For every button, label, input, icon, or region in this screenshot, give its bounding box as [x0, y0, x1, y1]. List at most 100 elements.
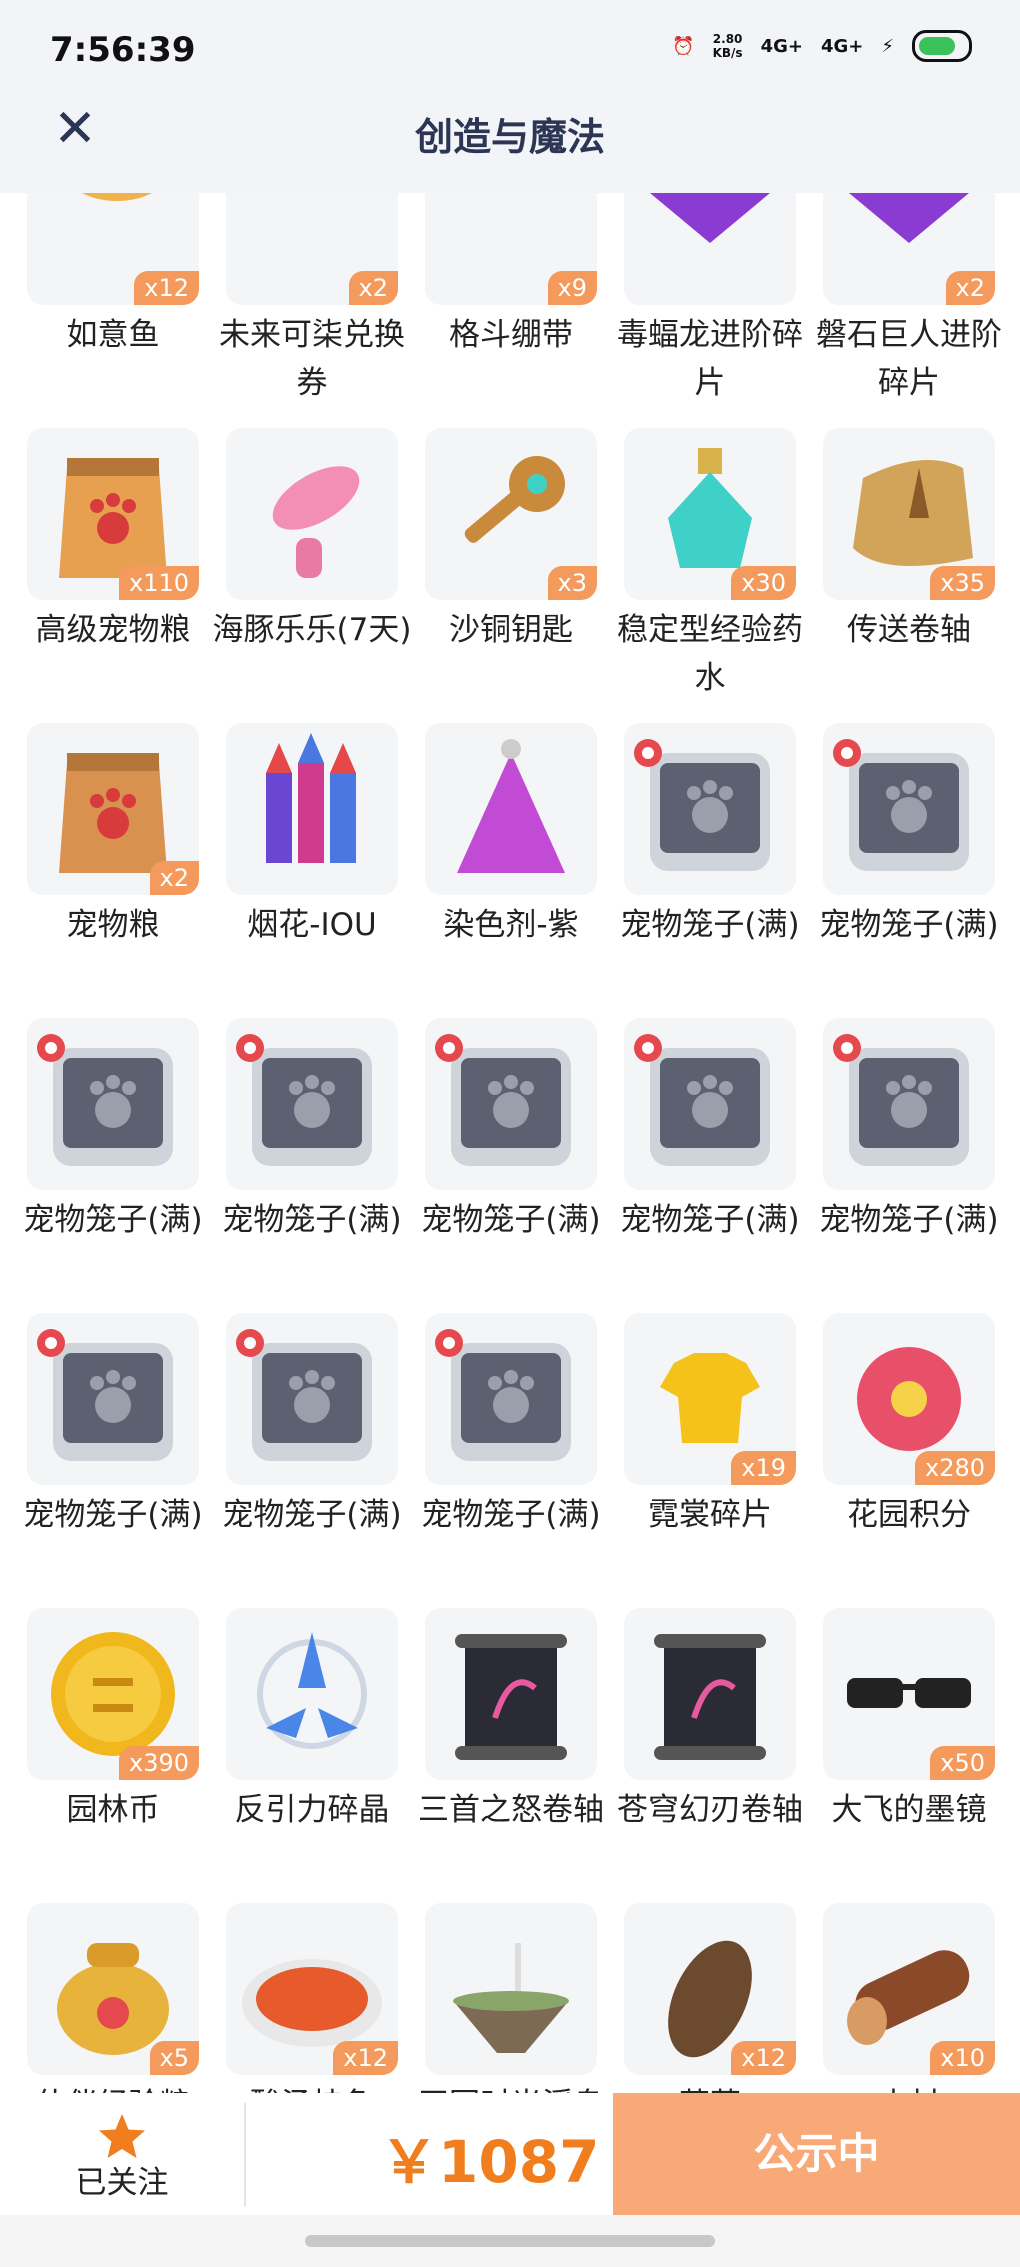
- item-thumbnail: [425, 1608, 597, 1780]
- item-grid: x12 如意鱼 x2 未来可柒兑换券 x9 格斗绷带 毒蝠龙进阶碎片 x2 磐石巨人进阶碎片 x…: [0, 193, 1020, 2093]
- home-indicator[interactable]: [305, 2235, 715, 2247]
- pet-cage-icon: [37, 1034, 173, 1166]
- item-thumbnail: [823, 723, 995, 895]
- item-thumbnail: [624, 1608, 796, 1780]
- item-name: 园林币: [66, 1792, 160, 1828]
- item-name: 未来可柒兑换券: [219, 317, 405, 401]
- item-thumbnail: x5: [27, 1903, 199, 2075]
- item-thumbnail: x390: [27, 1608, 199, 1780]
- item-thumbnail: [425, 1018, 597, 1190]
- item-thumbnail: [226, 723, 398, 895]
- item-thumbnail: x110: [27, 428, 199, 600]
- follow-button[interactable]: 已关注: [0, 2093, 244, 2215]
- item-name: 大飞的墨镜: [831, 1792, 987, 1828]
- item-name: 宠物笼子(满): [23, 1202, 203, 1238]
- pet-cage-icon: [833, 739, 969, 871]
- pet-cage-icon: [634, 1034, 770, 1166]
- item-thumbnail: x10: [823, 1903, 995, 2075]
- item-name: 磐石巨人进阶碎片: [816, 317, 1002, 401]
- dye-icon: [457, 739, 565, 873]
- item-name: 反引力碎晶: [234, 1792, 390, 1828]
- item-name: 如意鱼: [66, 317, 160, 353]
- item-thumbnail: [624, 193, 796, 305]
- network-speed: 2.80 KB/s: [712, 32, 743, 60]
- pet-cage-icon: [236, 1034, 372, 1166]
- item-thumbnail: [27, 1313, 199, 1485]
- item-thumbnail: [425, 723, 597, 895]
- island-icon: [453, 1943, 569, 2053]
- count-badge: x30: [731, 566, 796, 600]
- dark-scroll-icon: [455, 1634, 567, 1760]
- count-badge: x3: [547, 566, 597, 600]
- status-button[interactable]: 公示中: [613, 2093, 1020, 2215]
- count-badge: x9: [547, 271, 597, 305]
- count-badge: x2: [149, 861, 199, 895]
- item-thumbnail: x2: [226, 193, 398, 305]
- item-name: 格斗绷带: [449, 317, 573, 353]
- count-badge: x2: [945, 271, 995, 305]
- count-badge: x50: [930, 1746, 995, 1780]
- item-name: 宠物粮: [66, 907, 160, 943]
- pet-cage-icon: [634, 739, 770, 871]
- follow-label: 已关注: [75, 2165, 169, 2201]
- alarm-icon: ⏰: [672, 35, 695, 57]
- item-thumbnail: x12: [624, 1903, 796, 2075]
- item-thumbnail: x35: [823, 428, 995, 600]
- count-badge: x280: [914, 1451, 995, 1485]
- item-name: 伙伴经验粮: [13, 2081, 213, 2093]
- count-badge: x390: [118, 1746, 199, 1780]
- item-thumbnail: x12: [226, 1903, 398, 2075]
- footer-bar: 已关注 ￥1087 公示中: [0, 2093, 1020, 2215]
- item-name: 传送卷轴: [847, 612, 971, 648]
- divider: [244, 2103, 246, 2207]
- pet-cage-icon: [435, 1034, 571, 1166]
- item-thumbnail: [624, 1018, 796, 1190]
- item-name: 海豚乐乐(7天): [212, 612, 412, 648]
- item-name: 宠物笼子(满): [819, 1202, 999, 1238]
- fireworks-icon: [266, 733, 356, 863]
- count-badge: x12: [134, 271, 199, 305]
- status-time: 7:56:39: [50, 30, 196, 70]
- item-name: 烟花-IOU: [247, 907, 377, 943]
- pet-cage-icon: [236, 1329, 372, 1461]
- item-thumbnail: [624, 723, 796, 895]
- item-thumbnail: x280: [823, 1313, 995, 1485]
- item-thumbnail: x9: [425, 193, 597, 305]
- dolphin-icon: [272, 466, 360, 578]
- item-name: 宠物笼子(满): [620, 1202, 800, 1238]
- item-thumbnail: x19: [624, 1313, 796, 1485]
- count-badge: x35: [930, 566, 995, 600]
- top-bar: 7:56:39 ⏰ 2.80 KB/s 4G+ 4G+ ⚡ ✕ 创造与魔法: [0, 0, 1020, 193]
- item-name: 宠物笼子(满): [421, 1497, 601, 1533]
- item-thumbnail: [226, 428, 398, 600]
- item-thumbnail: [823, 1018, 995, 1190]
- item-name: 高级宠物粮: [35, 612, 191, 648]
- item-name: 宠物笼子(满): [421, 1202, 601, 1238]
- item-thumbnail: [226, 1313, 398, 1485]
- item-name: 茅草: [610, 2081, 810, 2093]
- charging-icon: ⚡: [881, 35, 894, 57]
- pet-cage-icon: [435, 1329, 571, 1461]
- battery-icon: [912, 30, 972, 62]
- count-badge: x110: [118, 566, 199, 600]
- item-name: 三首之怒卷轴: [418, 1792, 604, 1828]
- item-name: 宠物笼子(满): [620, 907, 800, 943]
- count-badge: x12: [333, 2041, 398, 2075]
- item-name: 稳定型经验药水: [617, 612, 803, 696]
- page-title: 创造与魔法: [414, 115, 605, 159]
- item-thumbnail: x12: [27, 193, 199, 305]
- status-icons: ⏰ 2.80 KB/s 4G+ 4G+ ⚡: [672, 30, 972, 62]
- item-name: 宠物笼子(满): [819, 907, 999, 943]
- item-thumbnail: [27, 1018, 199, 1190]
- item-name: 田园时光浮岛皮肤: [411, 2081, 611, 2093]
- count-badge: x12: [731, 2041, 796, 2075]
- item-name: 花园积分: [847, 1497, 971, 1533]
- item-name: 染色剂-紫: [443, 907, 579, 943]
- item-thumbnail: [425, 1903, 597, 2075]
- count-badge: x19: [731, 1451, 796, 1485]
- item-thumbnail: [226, 1018, 398, 1190]
- signal-icon-2: 4G+: [820, 35, 864, 57]
- pet-cage-icon: [37, 1329, 173, 1461]
- item-thumbnail: x30: [624, 428, 796, 600]
- item-name: 毒蝠龙进阶碎片: [617, 317, 803, 401]
